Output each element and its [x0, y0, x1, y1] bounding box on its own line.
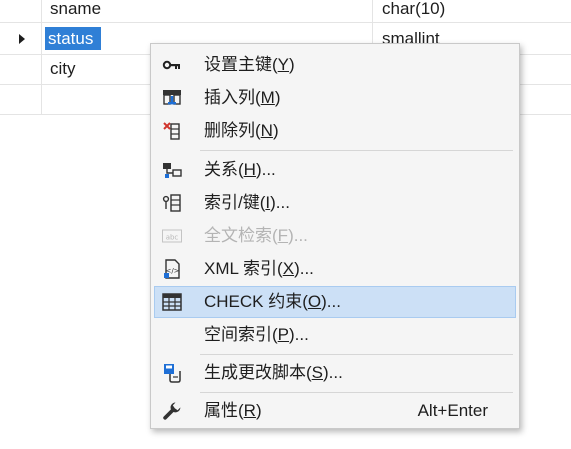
context-menu: 设置主键(Y) 插入列(M) 删除列(N) 关系(H)... 索引/键(I)..… — [150, 43, 520, 429]
column-name-cell[interactable]: status — [48, 28, 93, 50]
menu-item-label: 索引/键(I)... — [204, 193, 290, 212]
svg-text:abc: abc — [166, 234, 179, 242]
menu-item-indexes-keys[interactable]: 索引/键(I)... — [154, 187, 516, 219]
menu-item-label: 关系(H)... — [204, 160, 276, 179]
xml-index-icon: </> — [164, 259, 180, 279]
insert-column-icon — [163, 90, 181, 105]
wrench-icon — [163, 402, 181, 420]
menu-item-delete-column[interactable]: 删除列(N) — [154, 115, 516, 147]
menu-item-xml-index[interactable]: </> XML 索引(X)... — [154, 253, 516, 285]
data-type-cell[interactable]: char(10) — [382, 0, 445, 20]
generate-script-icon — [164, 364, 181, 383]
menu-item-label: XML 索引(X)... — [204, 259, 314, 278]
menu-item-shortcut: Alt+Enter — [417, 401, 488, 420]
column-name-cell[interactable]: sname — [50, 0, 101, 20]
delete-column-icon — [163, 122, 180, 140]
menu-item-check-constraints[interactable]: CHECK 约束(O)... — [154, 286, 516, 318]
menu-item-insert-column[interactable]: 插入列(M) — [154, 82, 516, 114]
menu-item-fulltext-index: abc 全文检索(F)... — [154, 220, 516, 252]
column-name-cell[interactable]: city — [50, 58, 76, 80]
current-row-indicator-icon — [19, 34, 25, 44]
menu-item-properties[interactable]: 属性(R) Alt+Enter — [154, 395, 516, 427]
menu-item-label: 设置主键(Y) — [204, 55, 295, 74]
menu-item-label: 生成更改脚本(S)... — [204, 363, 343, 382]
menu-item-label: 属性(R) — [204, 401, 262, 420]
indexes-keys-icon — [162, 194, 181, 212]
menu-separator — [200, 150, 513, 151]
relationships-icon — [163, 163, 182, 178]
menu-item-label: 空间索引(P)... — [204, 325, 309, 344]
column-name-edit-cell[interactable]: status — [45, 27, 101, 50]
fulltext-icon: abc — [162, 229, 182, 243]
menu-item-generate-change-script[interactable]: 生成更改脚本(S)... — [154, 357, 516, 389]
menu-item-label: CHECK 约束(O)... — [204, 292, 341, 311]
menu-item-label: 删除列(N) — [204, 121, 279, 140]
menu-item-label: 全文检索(F)... — [204, 226, 308, 245]
menu-item-set-primary-key[interactable]: 设置主键(Y) — [154, 49, 516, 81]
menu-separator — [200, 354, 513, 355]
key-icon — [162, 60, 180, 70]
menu-item-label: 插入列(M) — [204, 88, 281, 107]
check-constraint-icon — [162, 293, 182, 311]
menu-item-spatial-index[interactable]: 空间索引(P)... — [154, 319, 516, 351]
menu-item-relationships[interactable]: 关系(H)... — [154, 154, 516, 186]
menu-separator — [200, 392, 513, 393]
